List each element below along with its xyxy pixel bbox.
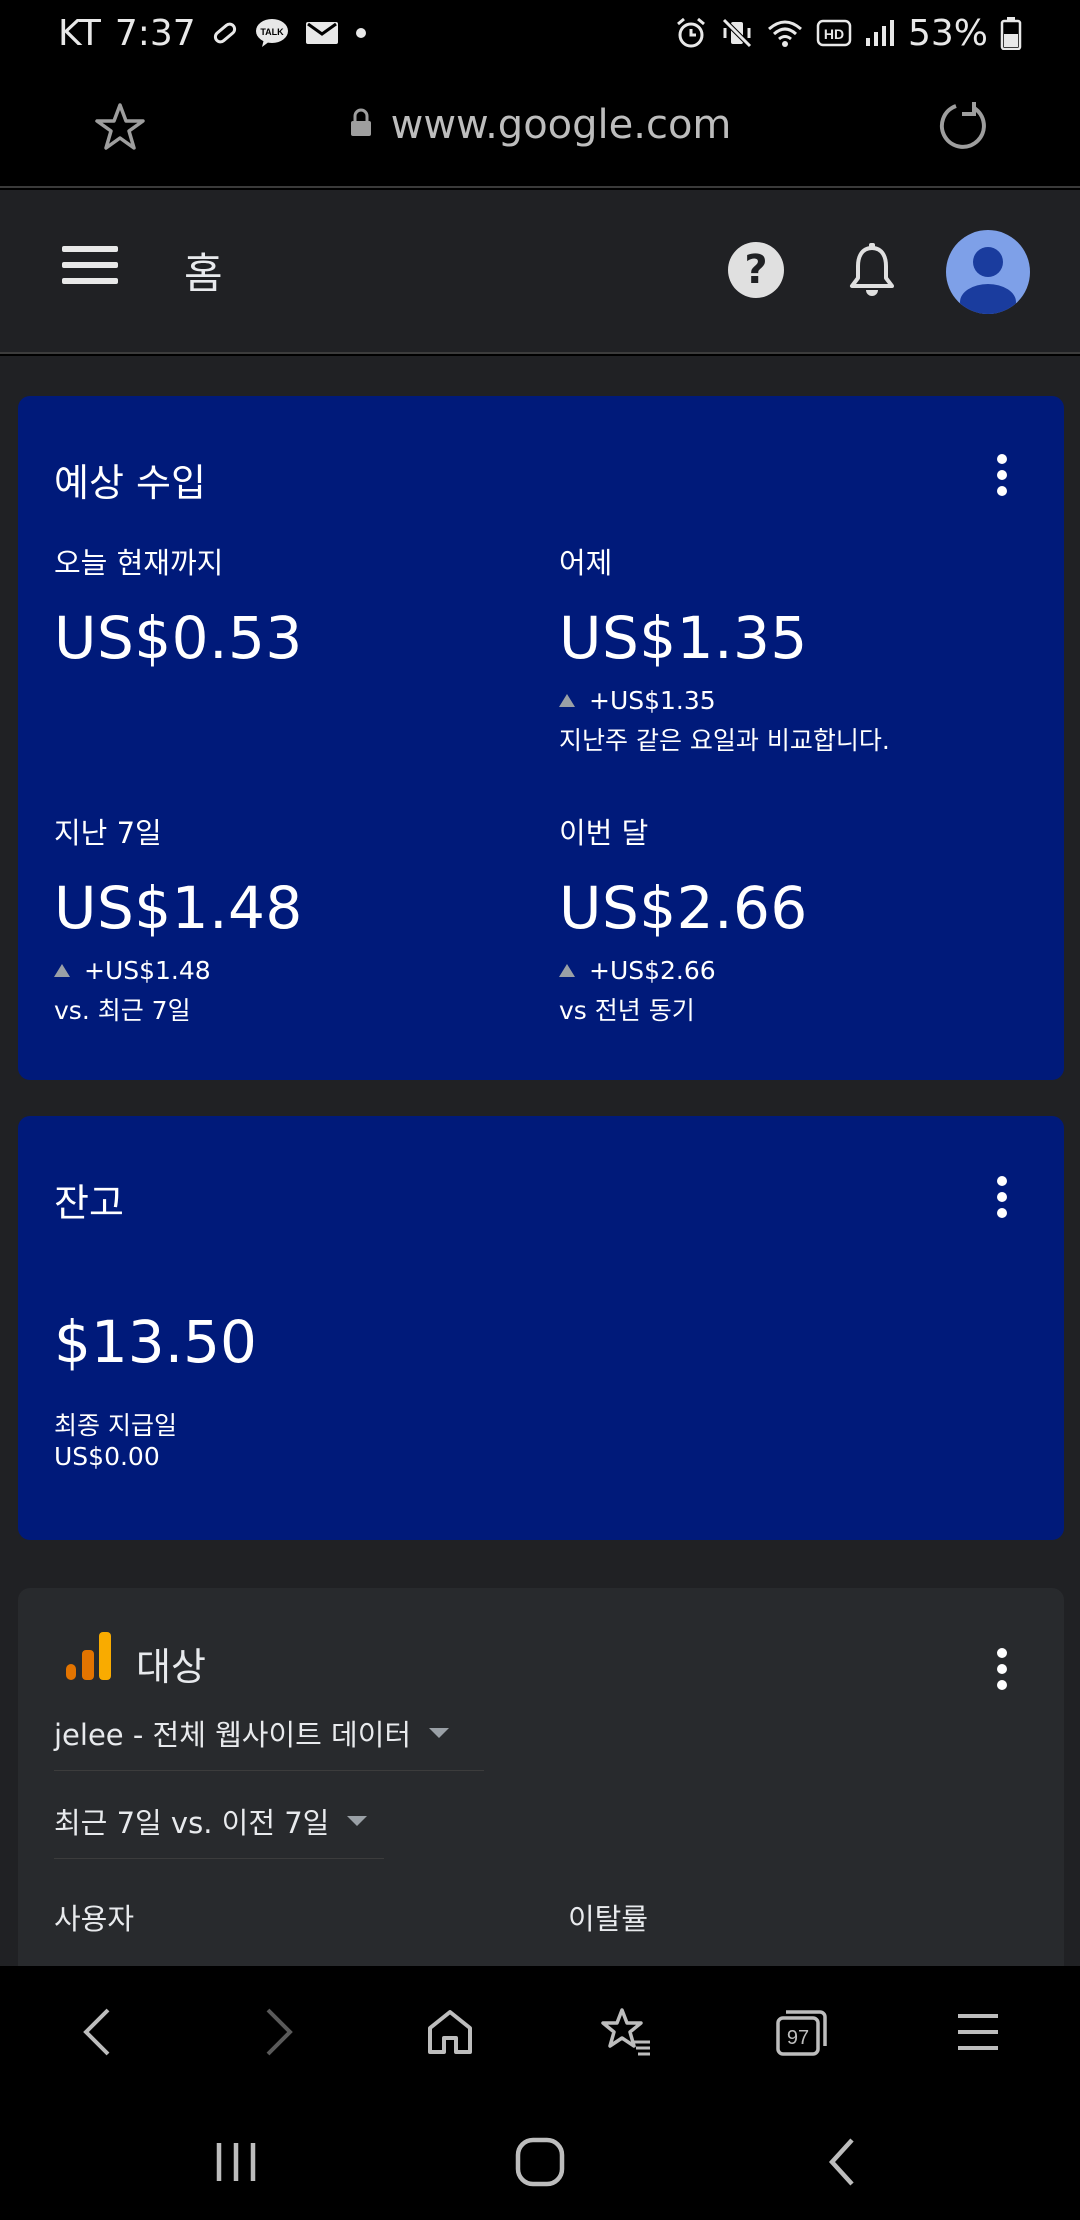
reload-icon[interactable]: [934, 98, 990, 154]
recent-apps-icon[interactable]: [206, 2132, 266, 2192]
tabs-icon[interactable]: 97: [772, 2002, 832, 2062]
metric-today-value: US$0.53: [54, 604, 303, 672]
bounce-rate-label: 이탈률: [568, 1902, 649, 1936]
url-text: www.google.com: [390, 102, 732, 148]
metric-last7-delta: +US$1.48: [54, 956, 303, 985]
browser-toolbar: 97: [0, 1966, 1080, 2100]
pill-icon: [210, 18, 240, 48]
notification-dot-icon: [354, 26, 368, 40]
app-header: 홈 ?: [0, 190, 1080, 354]
divider: [54, 1770, 484, 1771]
metric-month-note: vs 전년 동기: [559, 996, 695, 1025]
up-arrow-icon: [559, 964, 575, 977]
browser-menu-icon[interactable]: [948, 2002, 1008, 2062]
earnings-card: 예상 수입 오늘 현재까지 US$0.53 어제 US$1.35 +US$1.3…: [18, 396, 1064, 1080]
status-bar: KT 7:37 TALK HD 53%: [0, 0, 1080, 66]
bookmarks-icon[interactable]: [596, 2002, 656, 2062]
home-button-icon[interactable]: [510, 2132, 570, 2192]
battery-icon: [1000, 16, 1022, 50]
lock-icon: [349, 108, 373, 142]
tabs-count: 97: [787, 2027, 809, 2049]
metric-last7: 지난 7일 US$1.48 +US$1.48 vs. 최근 7일: [54, 810, 303, 1027]
back-icon[interactable]: [68, 2002, 128, 2062]
earnings-card-title: 예상 수입: [54, 461, 206, 505]
signal-icon: [864, 18, 896, 48]
metric-yesterday-delta: +US$1.35: [559, 686, 890, 715]
last-payment-value: US$0.00: [54, 1442, 160, 1471]
back-button-icon[interactable]: [812, 2132, 872, 2192]
hd-voice-icon: HD: [816, 18, 852, 48]
users-label: 사용자: [54, 1902, 135, 1936]
system-navigation-bar: [0, 2100, 1080, 2220]
chevron-down-icon: [347, 1816, 368, 1826]
up-arrow-icon: [54, 964, 70, 977]
earnings-more-icon[interactable]: [996, 454, 1008, 502]
metric-month: 이번 달 US$2.66 +US$2.66 vs 전년 동기: [559, 810, 808, 1027]
property-dropdown-label: jelee - 전체 웹사이트 데이터: [54, 1718, 412, 1752]
mail-icon: [304, 18, 340, 48]
analytics-bars-icon: [66, 1632, 112, 1686]
metric-last7-label: 지난 7일: [54, 816, 162, 850]
divider: [54, 1858, 384, 1859]
property-dropdown[interactable]: jelee - 전체 웹사이트 데이터: [54, 1712, 450, 1754]
balance-card: 잔고 $13.50 최종 지급일 US$0.00: [18, 1116, 1064, 1540]
menu-icon[interactable]: [62, 246, 118, 296]
carrier-label: KT: [58, 12, 101, 54]
help-icon[interactable]: ?: [728, 242, 784, 298]
home-icon[interactable]: [420, 2002, 480, 2062]
metric-month-delta: +US$2.66: [559, 956, 808, 985]
balance-value: $13.50: [54, 1308, 257, 1376]
metric-month-label: 이번 달: [559, 816, 649, 850]
metric-yesterday-note: 지난주 같은 요일과 비교합니다.: [559, 726, 890, 755]
vibrate-mute-icon: [720, 16, 754, 50]
audience-more-icon[interactable]: [996, 1648, 1008, 1696]
up-arrow-icon: [559, 694, 575, 707]
date-range-dropdown[interactable]: 최근 7일 vs. 이전 7일: [54, 1800, 368, 1842]
metric-yesterday-label: 어제: [559, 546, 613, 580]
metric-yesterday-value: US$1.35: [559, 604, 808, 672]
forward-icon[interactable]: [248, 2002, 308, 2062]
last-payment-label: 최종 지급일: [54, 1411, 177, 1440]
metric-yesterday: 어제 US$1.35 +US$1.35 지난주 같은 요일과 비교합니다.: [559, 540, 890, 757]
main-content: 예상 수입 오늘 현재까지 US$0.53 어제 US$1.35 +US$1.3…: [0, 356, 1080, 1966]
metric-month-value: US$2.66: [559, 874, 808, 942]
bell-icon[interactable]: [846, 242, 898, 298]
metric-last7-value: US$1.48: [54, 874, 303, 942]
balance-more-icon[interactable]: [996, 1176, 1008, 1224]
metric-today: 오늘 현재까지 US$0.53: [54, 540, 303, 672]
date-range-dropdown-label: 최근 7일 vs. 이전 7일: [54, 1806, 330, 1840]
wifi-icon: [766, 17, 804, 49]
balance-card-title: 잔고: [54, 1181, 124, 1225]
url-bar: www.google.com: [0, 66, 1080, 188]
page-title: 홈: [184, 249, 223, 298]
hd-badge-text: HD: [824, 26, 844, 42]
address-field[interactable]: www.google.com: [0, 102, 1080, 148]
kakaotalk-icon: TALK: [254, 17, 290, 49]
chevron-down-icon: [429, 1728, 450, 1738]
avatar[interactable]: [946, 230, 1030, 314]
talk-badge-text: TALK: [260, 27, 284, 37]
alarm-icon: [674, 16, 708, 50]
clock: 7:37: [114, 12, 196, 54]
metric-last7-note: vs. 최근 7일: [54, 996, 191, 1025]
audience-card-title: 대상: [136, 1645, 206, 1689]
metric-today-label: 오늘 현재까지: [54, 546, 224, 580]
battery-percent: 53%: [907, 12, 988, 54]
